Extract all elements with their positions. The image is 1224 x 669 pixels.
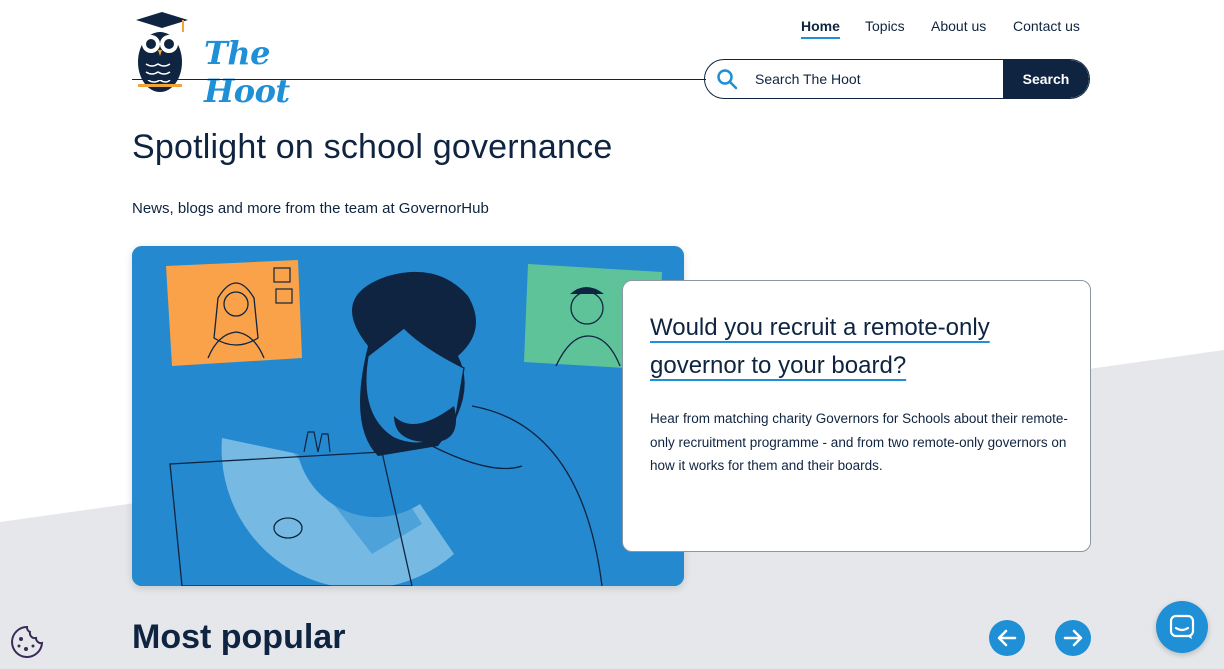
chat-button[interactable] <box>1156 601 1208 653</box>
page-title: Spotlight on school governance <box>132 128 613 166</box>
chat-icon <box>1169 614 1195 639</box>
cookie-icon <box>11 625 44 658</box>
search-button[interactable]: Search <box>1003 60 1089 98</box>
logo-text: The Hoot <box>204 34 290 110</box>
nav-topics[interactable]: Topics <box>855 14 915 38</box>
header-divider <box>132 79 706 80</box>
most-popular-heading: Most popular <box>132 618 346 656</box>
cookie-settings-button[interactable] <box>10 625 44 659</box>
owl-logo-icon <box>136 12 188 92</box>
search-bar: Search <box>704 59 1090 99</box>
search-input[interactable] <box>749 60 1003 98</box>
nav-about-us[interactable]: About us <box>921 14 996 38</box>
featured-article-card: Would you recruit a remote-only governor… <box>622 280 1091 552</box>
nav-contact-us[interactable]: Contact us <box>1003 14 1090 38</box>
page-subtitle: News, blogs and more from the team at Go… <box>132 200 489 217</box>
logo[interactable]: The Hoot <box>132 10 332 110</box>
featured-article-title[interactable]: Would you recruit a remote-only governor… <box>650 314 990 379</box>
carousel-next-button[interactable] <box>1055 620 1091 656</box>
featured-article-image[interactable] <box>132 246 684 586</box>
featured-article-summary: Hear from matching charity Governors for… <box>650 411 1068 473</box>
remote-governor-illustration <box>132 246 684 586</box>
arrow-left-icon <box>997 629 1017 647</box>
search-icon <box>705 60 749 98</box>
nav-home[interactable]: Home <box>791 14 850 39</box>
carousel-prev-button[interactable] <box>989 620 1025 656</box>
arrow-right-icon <box>1063 629 1083 647</box>
